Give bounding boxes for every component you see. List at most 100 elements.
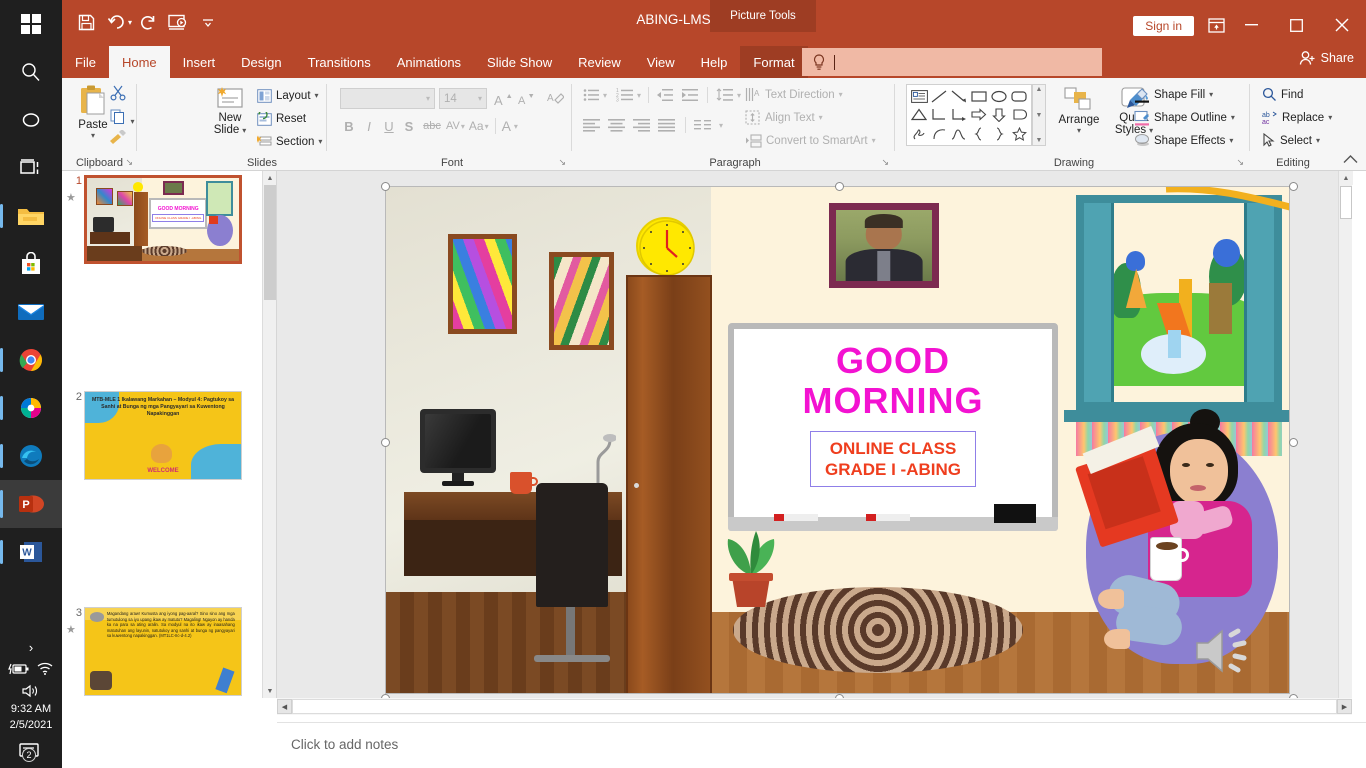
shape-rounded-rectangle[interactable] [1009,87,1029,106]
tab-file[interactable]: File [62,46,109,78]
strikethrough-button[interactable]: abc [420,120,444,132]
gallery-scroll-down-icon[interactable]: ▼ [1036,112,1043,119]
shape-star[interactable] [1009,124,1029,143]
cortana-button[interactable] [0,96,62,144]
character-spacing-dropdown-icon[interactable]: ▾ [461,122,465,131]
slide-canvas[interactable]: GOOD MORNING ONLINE CLASS GRADE I -ABING [381,182,1298,703]
shape-scribble[interactable] [909,124,929,143]
increase-font-size-button[interactable]: A [491,88,514,109]
numbering-dropdown-icon[interactable]: ▾ [637,91,641,100]
increase-indent-button[interactable] [681,88,699,102]
search-button[interactable] [0,48,62,96]
clock-time[interactable]: 9:32 AM [11,702,51,718]
shape-effects-dropdown-icon[interactable]: ▾ [1229,136,1233,145]
shape-arrow[interactable] [949,87,969,106]
shape-fill-dropdown-icon[interactable]: ▾ [1209,90,1213,99]
shape-triangle[interactable] [909,106,929,125]
shapes-gallery[interactable] [906,84,1032,146]
font-color-button[interactable]: A ▾ [502,118,518,134]
tab-animations[interactable]: Animations [384,46,474,78]
bold-button[interactable]: B [340,119,358,134]
select-button[interactable]: Select ▾ [1262,129,1332,152]
notifications-button[interactable]: 2 [18,734,44,768]
thumbnail-slide-3[interactable]: 3 ★ Magandang araw! Kumusta ang iyong pa… [62,603,276,698]
clock-date[interactable]: 2/5/2021 [10,718,53,734]
sign-in-button[interactable]: Sign in [1133,16,1194,36]
edge-button[interactable] [0,432,62,480]
align-text-button[interactable]: Align Text ▾ [745,106,876,129]
cut-button[interactable] [110,85,126,106]
gallery-more-icon[interactable]: ▼ [1036,137,1043,144]
share-button[interactable]: Share [1299,50,1354,66]
justify-button[interactable] [658,118,677,132]
format-painter-button[interactable] [109,130,127,150]
shape-down-arrow[interactable] [989,106,1009,125]
tab-review[interactable]: Review [565,46,634,78]
minimize-button[interactable] [1229,10,1274,40]
paragraph-dialog-launcher[interactable]: ↘ [881,157,889,168]
tab-design[interactable]: Design [228,46,294,78]
customize-quick-access-toolbar[interactable] [194,8,222,36]
slide-scroll-thumb[interactable] [1340,186,1352,219]
slide-picture-classroom-scene[interactable]: GOOD MORNING ONLINE CLASS GRADE I -ABING [386,187,1289,693]
decrease-indent-button[interactable] [656,88,674,102]
undo-button[interactable] [102,8,130,36]
gallery-scroll-up-icon[interactable]: ▲ [1036,86,1043,93]
notes-pane[interactable]: Click to add notes [277,722,1366,768]
ribbon-display-options-button[interactable] [1202,14,1230,36]
tray-volume-button[interactable] [20,680,42,702]
shape-oval[interactable] [989,87,1009,106]
paste-dropdown-icon[interactable]: ▾ [91,131,95,140]
shape-fill-button[interactable]: Shape Fill ▾ [1134,83,1235,106]
text-direction-dropdown-icon[interactable]: ▾ [839,90,843,99]
tab-home[interactable]: Home [108,46,170,78]
shape-right-arrow[interactable] [969,106,989,125]
tab-help[interactable]: Help [688,46,741,78]
copy-button[interactable]: ▾ [110,109,134,129]
tab-format[interactable]: Format [740,46,808,78]
font-name-input[interactable]: ▾ [340,88,435,109]
selection-handle-middle-right[interactable] [1289,438,1298,447]
section-dropdown-icon[interactable]: ▾ [318,137,322,146]
replace-dropdown-icon[interactable]: ▾ [1328,113,1332,122]
shape-elbow-arrow-connector[interactable] [949,106,969,125]
align-left-button[interactable] [583,118,602,132]
convert-smartart-dropdown-icon[interactable]: ▾ [872,136,876,145]
slide-area-scrollbar[interactable]: ▲ [1338,171,1353,698]
tab-view[interactable]: View [634,46,688,78]
hscroll-left-button[interactable]: ◀ [277,699,292,714]
font-color-dropdown-icon[interactable]: ▾ [514,122,518,131]
new-slide-dropdown-icon[interactable]: ▾ [242,126,246,135]
selection-handle-middle-left[interactable] [381,438,390,447]
clear-formatting-button[interactable]: A [543,88,566,109]
photos-button[interactable] [0,384,62,432]
convert-to-smartart-button[interactable]: Convert to SmartArt ▾ [745,129,876,152]
replace-button[interactable]: ab ac Replace ▾ [1262,106,1332,129]
selection-handle-top-center[interactable] [835,182,844,191]
numbering-button[interactable]: 123 [616,88,634,102]
tell-me-search-box[interactable] [802,48,1102,76]
find-button[interactable]: Find [1262,83,1332,106]
thumbnails-scroll-down-button[interactable]: ▼ [263,684,276,698]
align-center-button[interactable] [608,118,627,132]
shape-pentagon-arrow[interactable] [1009,106,1029,125]
collapse-ribbon-button[interactable] [1343,155,1358,167]
align-text-dropdown-icon[interactable]: ▾ [819,113,823,122]
thumbnail-slide-2[interactable]: 2 MTB-MLE 1 Ikalawang Markahan – Modyul … [62,387,276,495]
font-name-dropdown-icon[interactable]: ▾ [426,94,430,103]
shape-effects-button[interactable]: Shape Effects ▾ [1134,129,1235,152]
new-slide-button[interactable]: New Slide ▾ [207,86,253,136]
character-spacing-button[interactable]: AV ▾ [446,120,465,132]
tab-slide-show[interactable]: Slide Show [474,46,565,78]
font-dialog-launcher[interactable]: ↘ [558,157,566,168]
speaker-audio-icon[interactable] [1191,623,1261,679]
font-size-input[interactable]: 14 ▾ [439,88,487,109]
line-spacing-button[interactable] [716,88,734,102]
decrease-font-size-button[interactable]: A [514,88,537,109]
start-from-beginning-button[interactable] [164,8,192,36]
powerpoint-button[interactable]: P [0,480,62,528]
arrange-button[interactable]: Arrange ▾ [1056,86,1102,135]
undo-dropdown-icon[interactable]: ▾ [128,18,132,27]
hscroll-right-button[interactable]: ▶ [1337,699,1352,714]
mail-button[interactable] [0,288,62,336]
